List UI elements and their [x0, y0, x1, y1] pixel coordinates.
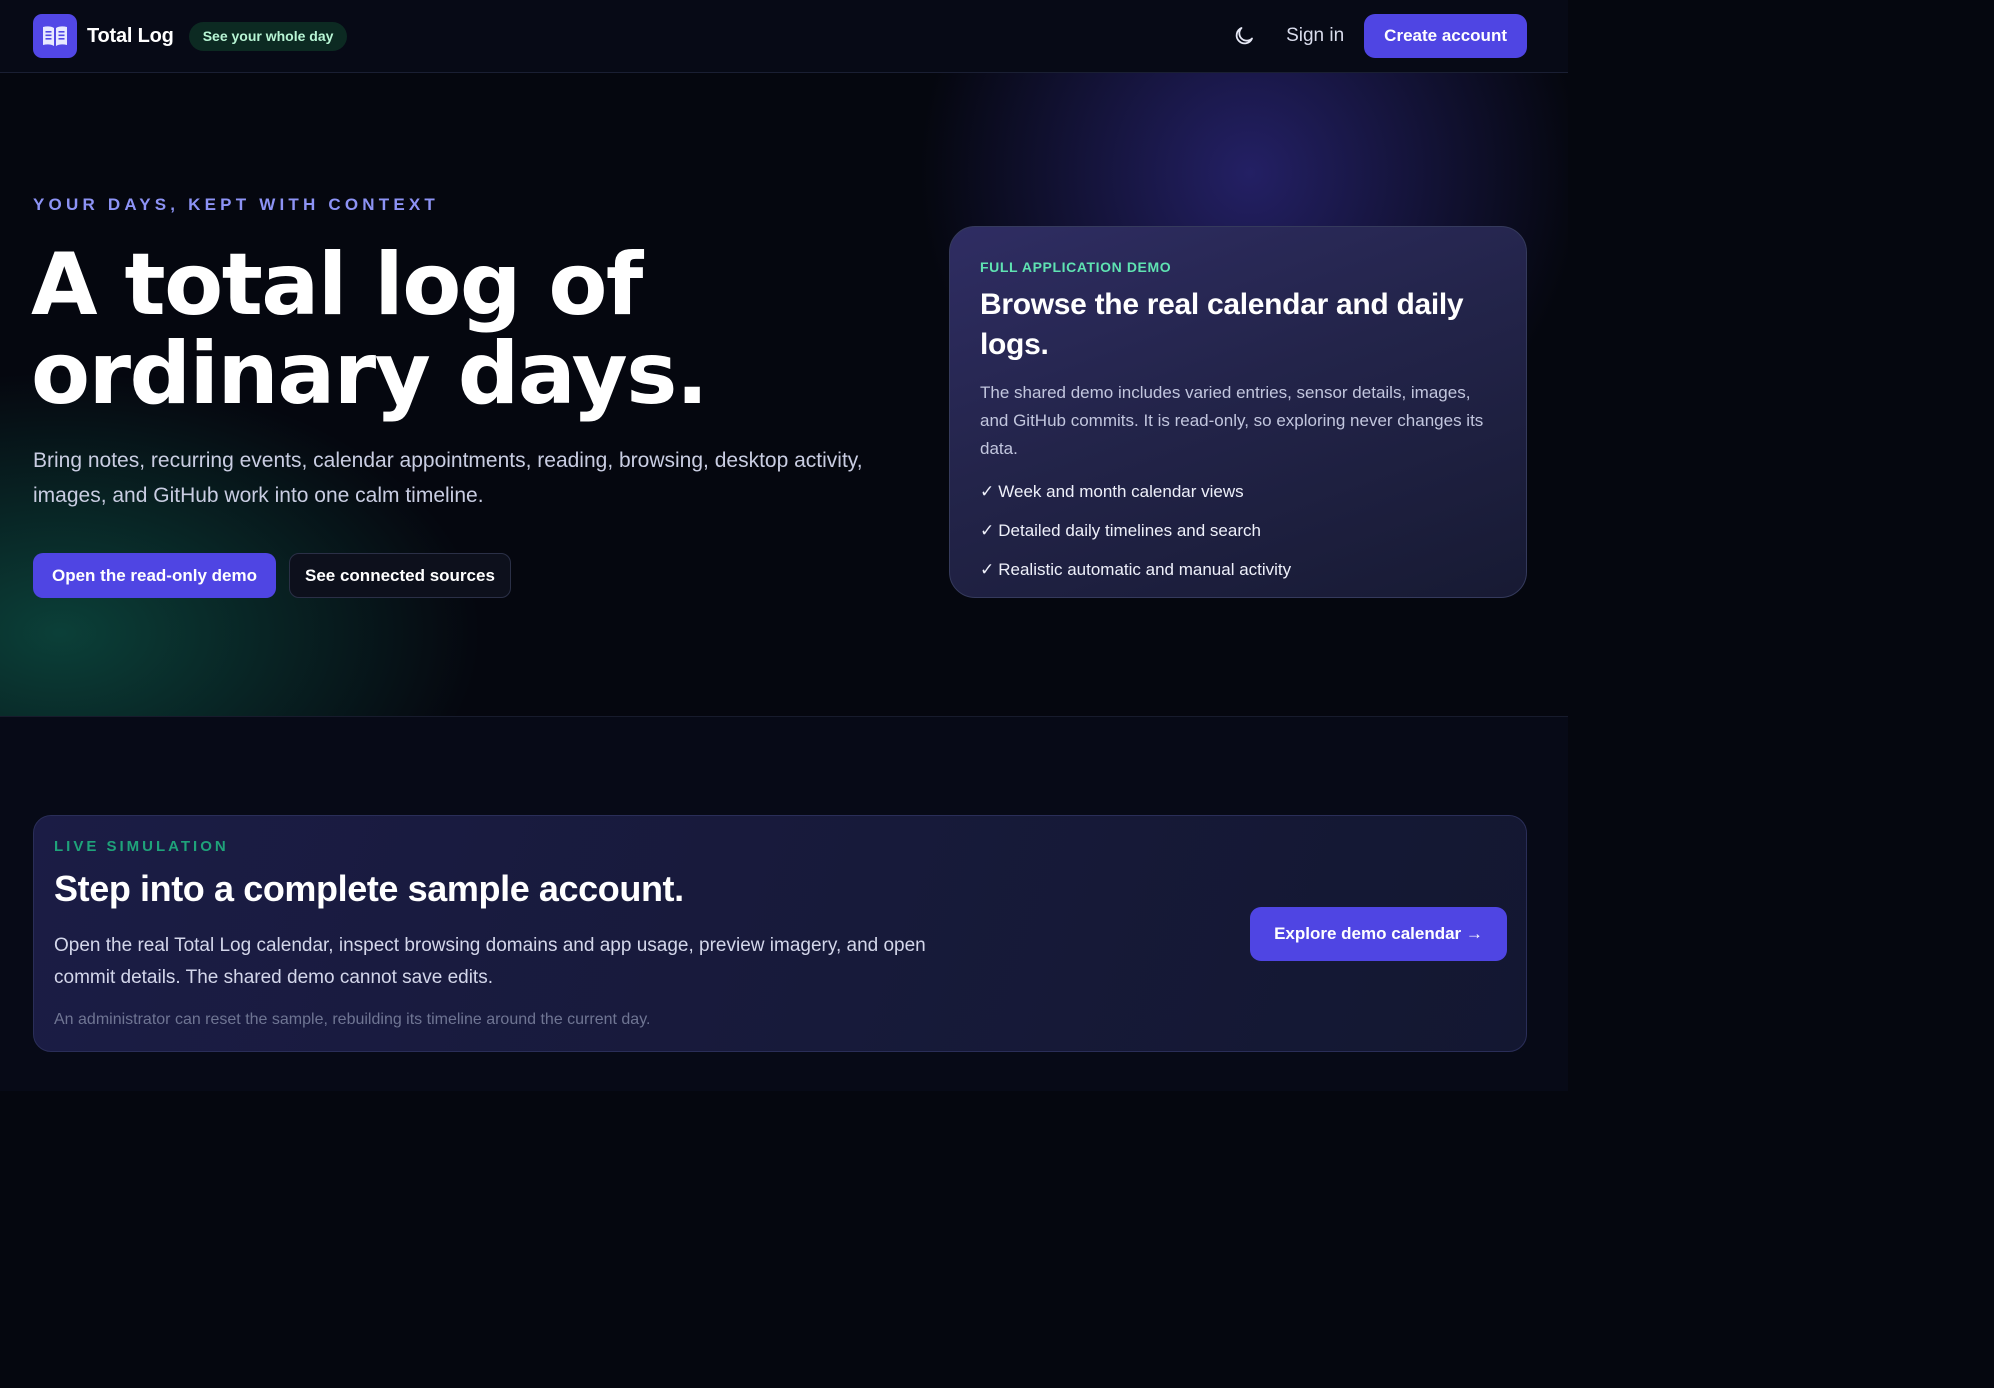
list-item: ✓ Detailed daily timelines and search — [980, 520, 1497, 542]
connected-sources-button[interactable]: See connected sources — [289, 553, 511, 598]
demo-card: FULL APPLICATION DEMO Browse the real ca… — [949, 226, 1527, 598]
moon-icon[interactable] — [1230, 22, 1258, 50]
feature-label: Week and month calendar views — [998, 482, 1244, 501]
feature-label: Realistic automatic and manual activity — [998, 560, 1292, 579]
simulation-section: LIVE SIMULATION Step into a complete sam… — [0, 717, 1568, 1091]
logo-book-icon[interactable] — [33, 14, 77, 58]
demo-card-title: Browse the real calendar and daily logs. — [980, 288, 1464, 361]
open-demo-button[interactable]: Open the read-only demo — [33, 553, 276, 598]
hero-section: YOUR DAYS, KEPT WITH CONTEXT A total log… — [0, 73, 1568, 717]
check-icon: ✓ — [980, 521, 995, 540]
simulation-card: LIVE SIMULATION Step into a complete sam… — [33, 815, 1527, 1052]
demo-card-eyebrow: FULL APPLICATION DEMO — [980, 259, 1172, 275]
hero-eyebrow: YOUR DAYS, KEPT WITH CONTEXT — [33, 195, 439, 214]
demo-card-description: The shared demo includes varied entries,… — [980, 383, 1484, 458]
simulation-note: An administrator can reset the sample, r… — [54, 1011, 651, 1028]
explore-demo-calendar-button[interactable]: Explore demo calendar → — [1250, 907, 1507, 961]
check-icon: ✓ — [980, 560, 995, 579]
top-nav: Total Log See your whole day Sign in Cre… — [0, 0, 1568, 73]
hero-title: A total log of ordinary days. — [31, 235, 709, 424]
simulation-description: Open the real Total Log calendar, inspec… — [54, 935, 926, 988]
sign-in-link[interactable]: Sign in — [1286, 25, 1344, 47]
list-item: ✓ Week and month calendar views — [980, 481, 1497, 503]
create-account-button[interactable]: Create account — [1364, 14, 1527, 58]
list-item: ✓ Realistic automatic and manual activity — [980, 559, 1497, 581]
tagline-badge: See your whole day — [188, 21, 348, 51]
check-icon: ✓ — [980, 482, 995, 501]
feature-list: ✓ Week and month calendar views ✓ Detailed… — [980, 481, 1497, 581]
simulation-title: Step into a complete sample account. — [54, 868, 684, 909]
brand-name[interactable]: Total Log — [87, 25, 174, 48]
hero-description: Bring notes, recurring events, calendar … — [33, 449, 863, 507]
feature-label: Detailed daily timelines and search — [998, 521, 1261, 540]
simulation-eyebrow: LIVE SIMULATION — [54, 838, 229, 855]
